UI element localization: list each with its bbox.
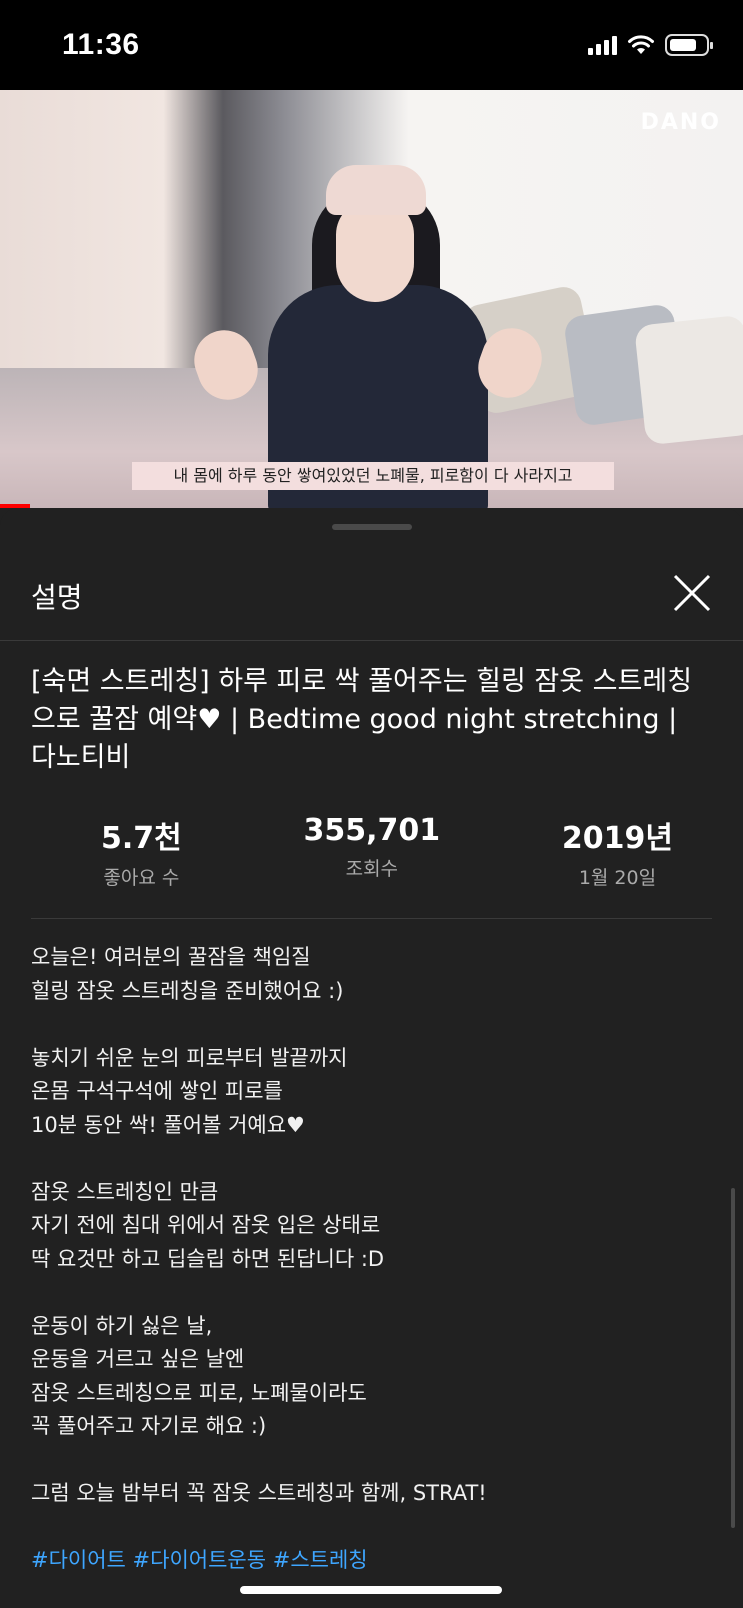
description-line: 그럼 오늘 밤부터 꼭 잠옷 스트레칭과 함께, STRAT! bbox=[31, 1481, 487, 1505]
description-sheet: 설명 [숙면 스트레칭] 하루 피로 싹 풀어주는 힐링 잠옷 스트레칭으로 꿀… bbox=[0, 508, 743, 1608]
battery-fill bbox=[670, 39, 696, 51]
description-line: 잠옷 스트레칭인 만큼 bbox=[31, 1179, 219, 1204]
upload-year: 2019년 bbox=[561, 821, 673, 856]
hashtag-links[interactable]: #다이어트 #다이어트운동 #스트레칭 bbox=[31, 1544, 709, 1578]
video-scene-person-face bbox=[336, 200, 414, 302]
description-line: 자기 전에 침대 위에서 잠옷 입은 상태로 bbox=[31, 1213, 381, 1237]
video-stats: 5.7천 좋아요 수 355,701 조회수 2019년 1월 20일 bbox=[31, 813, 709, 890]
divider bbox=[31, 918, 712, 919]
likes-label: 좋아요 수 bbox=[103, 867, 180, 889]
battery-icon bbox=[665, 34, 713, 56]
description-line: 꼭 풀어주고 자기로 해요 :) bbox=[31, 1414, 267, 1438]
description-line bbox=[31, 1276, 709, 1310]
description-line: 오늘은! 여러분의 꿀잠을 책임질 bbox=[31, 945, 311, 969]
upload-date: 1월 20일 bbox=[578, 867, 657, 889]
likes-count: 5.7천 bbox=[101, 821, 182, 856]
description-line: 놓치기 쉬운 눈의 피로부터 발끝까지 bbox=[31, 1045, 348, 1070]
description-line bbox=[31, 1008, 709, 1042]
close-icon[interactable] bbox=[671, 572, 713, 614]
video-scene-headband bbox=[326, 165, 426, 215]
status-bar: 11:36 bbox=[0, 0, 743, 90]
description-line bbox=[31, 1142, 709, 1176]
likes-stat: 5.7천 좋아요 수 bbox=[101, 813, 182, 890]
description-line: 10분 동안 싹! 풀어볼 거예요♥ bbox=[31, 1112, 305, 1137]
description-line bbox=[31, 1511, 709, 1545]
sheet-header: 설명 bbox=[0, 548, 743, 641]
views-label: 조회수 bbox=[345, 858, 399, 880]
description-text: 오늘은! 여러분의 꿀잠을 책임질 힐링 잠옷 스트레칭을 준비했어요 :) 놓… bbox=[31, 941, 709, 1578]
video-player[interactable]: DANO 내 몸에 하루 동안 쌓여있었던 노폐물, 피로함이 다 사라지고 bbox=[0, 90, 743, 508]
description-line: 힐링 잠옷 스트레칭을 준비했어요 :) bbox=[31, 978, 344, 1003]
description-content: [숙면 스트레칭] 하루 피로 싹 풀어주는 힐링 잠옷 스트레칭으로 꿀잠 예… bbox=[31, 663, 712, 1578]
status-icons bbox=[588, 34, 713, 56]
wifi-icon bbox=[628, 35, 654, 54]
video-title: [숙면 스트레칭] 하루 피로 싹 풀어주는 힐링 잠옷 스트레칭으로 꿀잠 예… bbox=[31, 666, 693, 773]
sheet-drag-handle[interactable] bbox=[332, 524, 412, 530]
home-indicator[interactable] bbox=[240, 1586, 502, 1594]
description-line: 온몸 구석구석에 쌓인 피로를 bbox=[31, 1079, 283, 1103]
views-count: 355,701 bbox=[303, 813, 441, 848]
status-time: 11:36 bbox=[62, 28, 140, 61]
description-line: 딱 요것만 하고 딥슬립 하면 된답니다 :D bbox=[31, 1246, 385, 1271]
scrollbar[interactable] bbox=[731, 1188, 735, 1528]
video-scene-pillow bbox=[634, 314, 743, 446]
views-stat: 355,701 조회수 bbox=[304, 813, 441, 890]
date-stat: 2019년 1월 20일 bbox=[562, 813, 673, 890]
description-line: 운동이 하기 싫은 날, bbox=[31, 1313, 213, 1338]
video-subtitle: 내 몸에 하루 동안 쌓여있었던 노폐물, 피로함이 다 사라지고 bbox=[132, 462, 614, 490]
description-line bbox=[31, 1444, 709, 1478]
description-line: 운동을 거르고 싶은 날엔 bbox=[31, 1347, 245, 1371]
sheet-title: 설명 bbox=[31, 581, 83, 614]
description-line: 잠옷 스트레칭으로 피로, 노폐물이라도 bbox=[31, 1380, 367, 1405]
channel-watermark: DANO bbox=[640, 110, 721, 135]
cellular-signal-icon bbox=[588, 35, 617, 55]
